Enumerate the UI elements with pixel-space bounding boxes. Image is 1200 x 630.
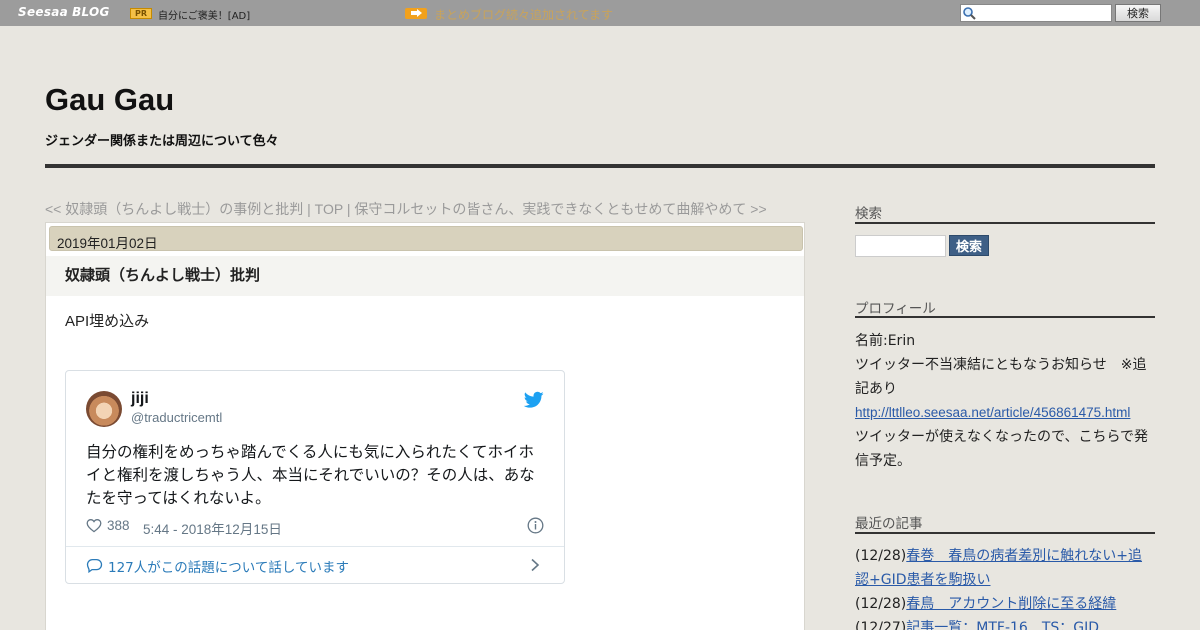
sidebar-search-input[interactable]: [855, 235, 946, 257]
logo-blog: BLOG: [72, 5, 110, 19]
nav-separator: |: [342, 201, 355, 217]
list-item: (12/28)春鳥 アカウント削除に至る経緯: [855, 592, 1155, 616]
info-icon[interactable]: [527, 517, 544, 534]
pr-ad-link[interactable]: 自分にご褒美！[AD]: [158, 7, 250, 22]
profile-notice: ツイッター不当凍結にともなうお知らせ ※追記あり: [855, 357, 1147, 397]
tweet-author-name[interactable]: jiji: [131, 390, 149, 408]
like-count: 388: [107, 518, 130, 533]
twitter-bird-icon[interactable]: [524, 391, 544, 409]
header-divider: [45, 164, 1155, 168]
search-icon: [963, 7, 976, 20]
top-link[interactable]: TOP: [315, 201, 343, 217]
sidebar-divider: [855, 222, 1155, 224]
recent-post-link[interactable]: 記事一覧：MTF-16 TS：GID: [906, 620, 1099, 630]
tweet-text: 自分の権利をめっちゃ踏んでくる人にも気に入られたくてホイホイと権利を渡しちゃう人…: [86, 443, 535, 507]
prev-article-link[interactable]: << 奴隷頭（ちんよし戦士）の事例と批判: [45, 201, 303, 217]
blog-title[interactable]: Gau Gau: [45, 82, 174, 118]
arrow-icon: [405, 8, 427, 19]
nav-separator: |: [303, 201, 315, 217]
sidebar-search-button[interactable]: 検索: [949, 235, 989, 256]
top-bar: Seesaa BLOG PR 自分にご褒美！[AD] まとめブログ続々追加されてま…: [0, 0, 1200, 26]
avatar[interactable]: [86, 391, 122, 427]
post-date: 2019年01月02日: [49, 226, 803, 251]
next-article-link[interactable]: 保守コルセットの皆さん、実践できなくともせめて曲解やめて >>: [354, 201, 766, 217]
tweet-conversation-link[interactable]: 127人がこの話題について話しています: [108, 556, 349, 576]
tweet-timestamp[interactable]: 5:44 - 2018年12月15日: [143, 518, 282, 538]
sidebar-profile-heading: プロフィール: [855, 301, 936, 317]
pr-badge: PR: [130, 8, 152, 19]
sidebar-divider: [855, 316, 1155, 318]
reply-icon[interactable]: [86, 557, 103, 573]
logo-brand: Seesaa: [18, 5, 69, 19]
recent-date: (12/27): [855, 620, 907, 630]
recent-date: (12/28): [855, 596, 907, 612]
profile-section: 名前:Erin ツイッター不当凍結にともなうお知らせ ※追記あり http://…: [855, 329, 1155, 473]
blog-subtitle: ジェンダー関係または周辺について色々: [45, 134, 279, 149]
post-title-band: 奴隷頭（ちんよし戦士）批判: [46, 256, 804, 296]
tweet-meta: 388 5:44 - 2018年12月15日: [86, 517, 546, 538]
article-nav: << 奴隷頭（ちんよし戦士）の事例と批判 | TOP | 保守コルセットの皆さん…: [45, 199, 767, 219]
sidebar-recent-heading: 最近の記事: [855, 516, 923, 532]
sidebar-divider: [855, 532, 1155, 534]
post-body-text: API埋め込み: [65, 313, 150, 330]
top-search-button[interactable]: 検索: [1115, 4, 1161, 22]
top-search-input[interactable]: [960, 4, 1112, 22]
recent-date: (12/28): [855, 548, 907, 564]
list-item: (12/28)春巻 春鳥の病者差別に触れない+追認+GID患者を駒扱い: [855, 544, 1155, 592]
list-item: (12/27)記事一覧：MTF-16 TS：GID: [855, 616, 1155, 630]
profile-note: ツイッターが使えなくなったので、こちらで発信予定。: [855, 429, 1149, 469]
chevron-right-icon[interactable]: [530, 558, 540, 572]
tweet-author-handle[interactable]: @traductricemtl: [131, 410, 222, 425]
news-link[interactable]: まとめブログ続々追加されてます: [434, 6, 613, 23]
profile-name: 名前:Erin: [855, 333, 916, 349]
embedded-tweet[interactable]: jiji @traductricemtl 自分の権利をめっちゃ踏んでくる人にも気…: [65, 370, 565, 584]
post: 2019年01月02日 奴隷頭（ちんよし戦士）批判 API埋め込み jiji @…: [45, 222, 805, 630]
seesaa-blog-logo[interactable]: Seesaa BLOG: [18, 5, 110, 19]
heart-icon[interactable]: [86, 518, 102, 533]
sidebar-search-heading: 検索: [855, 206, 882, 222]
tweet-divider: [66, 546, 564, 547]
recent-post-link[interactable]: 春鳥 アカウント削除に至る経緯: [906, 596, 1116, 612]
recent-posts-list: (12/28)春巻 春鳥の病者差別に触れない+追認+GID患者を駒扱い (12/…: [855, 544, 1155, 630]
post-title[interactable]: 奴隷頭（ちんよし戦士）批判: [65, 264, 260, 285]
profile-link[interactable]: http://lttlleo.seesaa.net/article/456861…: [855, 405, 1130, 420]
